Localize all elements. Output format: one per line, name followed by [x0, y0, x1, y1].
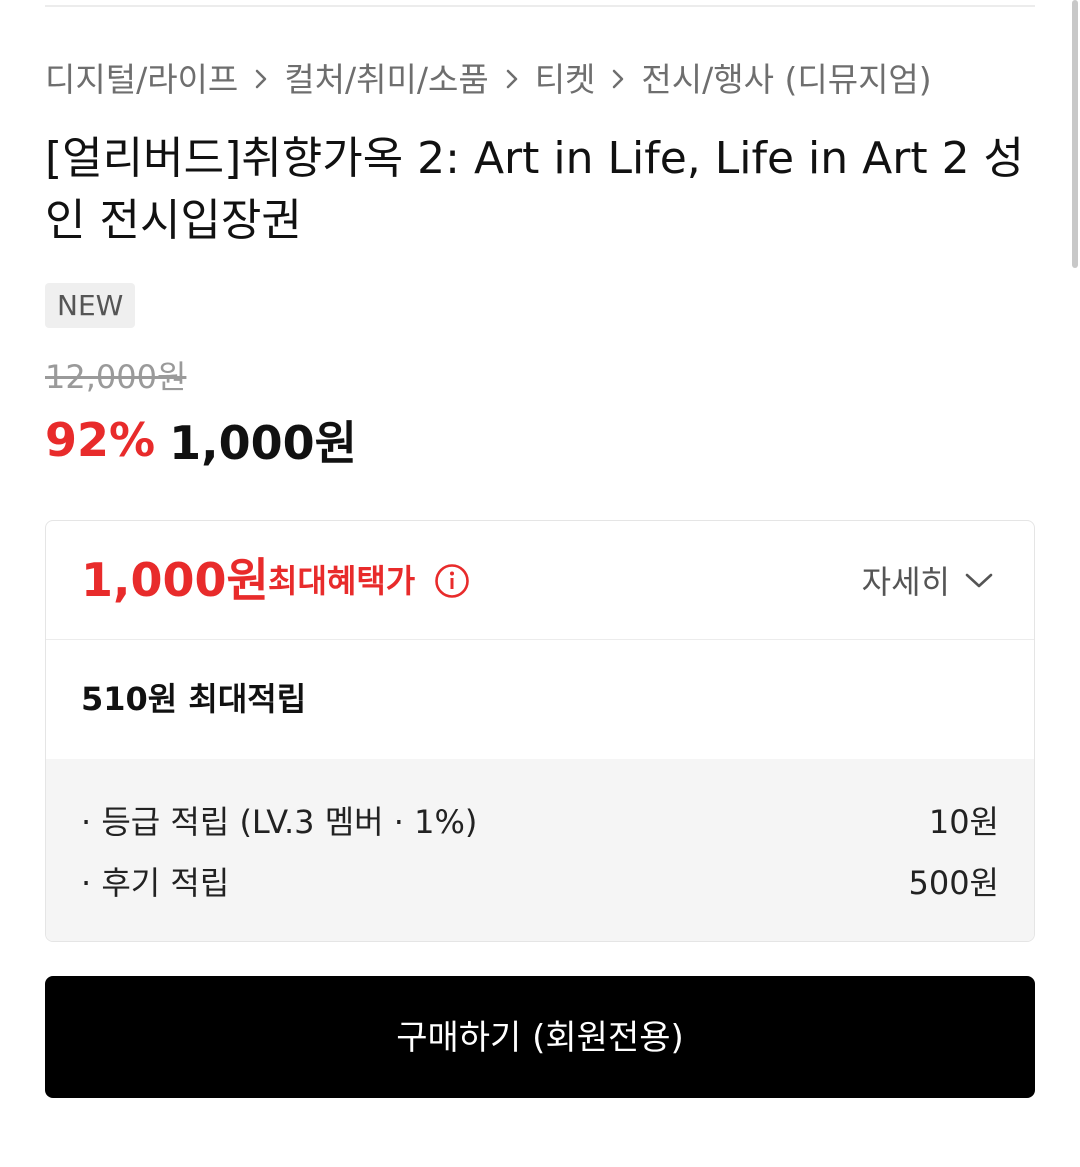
- max-benefit-price: 1,000원: [81, 553, 269, 607]
- sale-price: 1,000원: [169, 416, 357, 470]
- detail-toggle-button[interactable]: 자세히: [862, 557, 994, 603]
- points-row-value: 10원: [928, 803, 999, 841]
- breadcrumb: 디지털/라이프 컬처/취미/소품 티켓 전시/행사 (디뮤지엄): [45, 52, 932, 102]
- scrollbar[interactable]: [1070, 0, 1080, 270]
- points-row-review: · 후기 적립 500원: [81, 856, 999, 906]
- product-detail-page: 디지털/라이프 컬처/취미/소품 티켓 전시/행사 (디뮤지엄) [얼리버드]취…: [0, 0, 1080, 1167]
- points-row-grade: · 등급 적립 (LV.3 멤버 · 1%) 10원: [81, 795, 999, 845]
- chevron-right-icon: [238, 58, 284, 97]
- points-row-label: · 등급 적립 (LV.3 멤버 · 1%): [81, 803, 478, 841]
- max-benefit-label: 최대혜택가: [268, 562, 416, 600]
- breadcrumb-item-culture-hobby[interactable]: 컬처/취미/소품: [284, 53, 488, 101]
- scrollbar-thumb[interactable]: [1072, 0, 1078, 268]
- top-divider: [45, 5, 1035, 7]
- price-row: 92% 1,000원: [45, 410, 357, 470]
- original-price: 12,000원: [45, 358, 187, 396]
- breadcrumb-item-digital-life[interactable]: 디지털/라이프: [45, 53, 238, 101]
- points-row-value: 500원: [908, 864, 999, 902]
- chevron-down-icon: [965, 573, 993, 588]
- detail-toggle-label: 자세히: [861, 563, 950, 601]
- points-detail: · 등급 적립 (LV.3 멤버 · 1%) 10원 · 후기 적립 500원: [46, 759, 1034, 941]
- discount-rate: 92%: [45, 413, 156, 467]
- info-circle-icon[interactable]: [434, 563, 470, 599]
- points-row-label: · 후기 적립: [81, 864, 230, 902]
- breadcrumb-item-exhibition[interactable]: 전시/행사 (디뮤지엄): [641, 53, 931, 101]
- product-title: [얼리버드]취향가옥 2: Art in Life, Life in Art 2…: [45, 133, 1025, 246]
- max-points-total: 510원 최대적립: [81, 680, 307, 718]
- new-badge: NEW: [45, 283, 136, 328]
- benefit-header: 1,000원 최대혜택가 자세히: [46, 521, 1034, 640]
- buy-button[interactable]: 구매하기 (회원전용): [45, 976, 1035, 1098]
- breadcrumb-item-ticket[interactable]: 티켓: [535, 53, 596, 101]
- chevron-right-icon: [489, 58, 535, 97]
- chevron-right-icon: [595, 58, 641, 97]
- benefit-box: 1,000원 최대혜택가 자세히 510원 최대적립 · 등급 적립 (LV.3…: [45, 520, 1035, 942]
